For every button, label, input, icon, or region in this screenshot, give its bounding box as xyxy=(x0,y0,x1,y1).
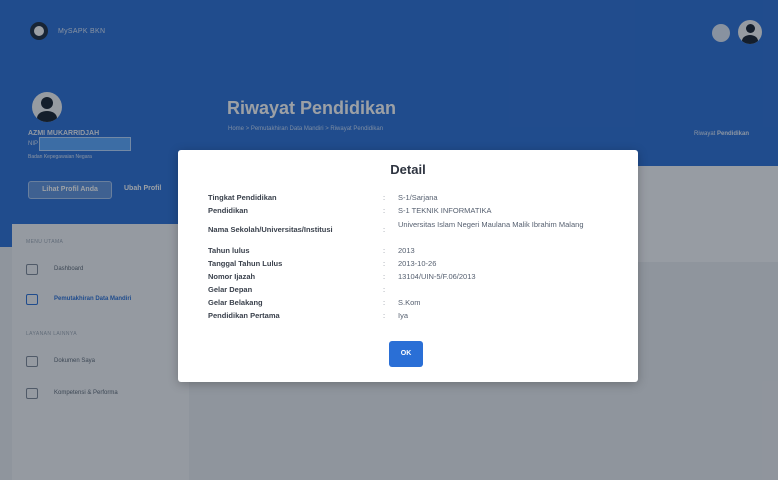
modal-title: Detail xyxy=(390,162,426,177)
ok-button[interactable]: OK xyxy=(389,341,423,367)
detail-separator: : xyxy=(383,206,386,215)
detail-separator: : xyxy=(383,259,386,268)
detail-label: Gelar Depan xyxy=(208,285,253,294)
detail-value: Iya xyxy=(398,311,409,320)
detail-value: 2013 xyxy=(398,246,415,255)
detail-label: Gelar Belakang xyxy=(208,298,263,307)
detail-value: S.Kom xyxy=(398,298,421,307)
detail-separator: : xyxy=(383,246,386,255)
detail-value: S-1/Sarjana xyxy=(398,193,438,202)
detail-label: Pendidikan Pertama xyxy=(208,311,280,320)
detail-value: Universitas Islam Negeri Maulana Malik I… xyxy=(398,220,584,229)
detail-label: Tanggal Tahun Lulus xyxy=(208,259,283,268)
detail-label: Tahun lulus xyxy=(208,246,250,255)
detail-value: 13104/UIN-5/F.06/2013 xyxy=(398,272,476,281)
detail-separator: : xyxy=(383,272,386,281)
detail-modal: Detail Tingkat Pendidikan : S-1/Sarjana … xyxy=(178,150,638,382)
detail-label: Tingkat Pendidikan xyxy=(208,193,277,202)
detail-value: 2013-10-26 xyxy=(398,259,437,268)
detail-label: Pendidikan xyxy=(208,206,249,215)
detail-separator: : xyxy=(383,311,386,320)
detail-value: S-1 TEKNIK INFORMATIKA xyxy=(398,206,492,215)
detail-separator: : xyxy=(383,193,386,202)
detail-label: Nomor Ijazah xyxy=(208,272,256,281)
detail-separator: : xyxy=(383,225,386,234)
detail-separator: : xyxy=(383,285,386,294)
detail-separator: : xyxy=(383,298,386,307)
detail-label: Nama Sekolah/Universitas/Institusi xyxy=(208,225,333,234)
